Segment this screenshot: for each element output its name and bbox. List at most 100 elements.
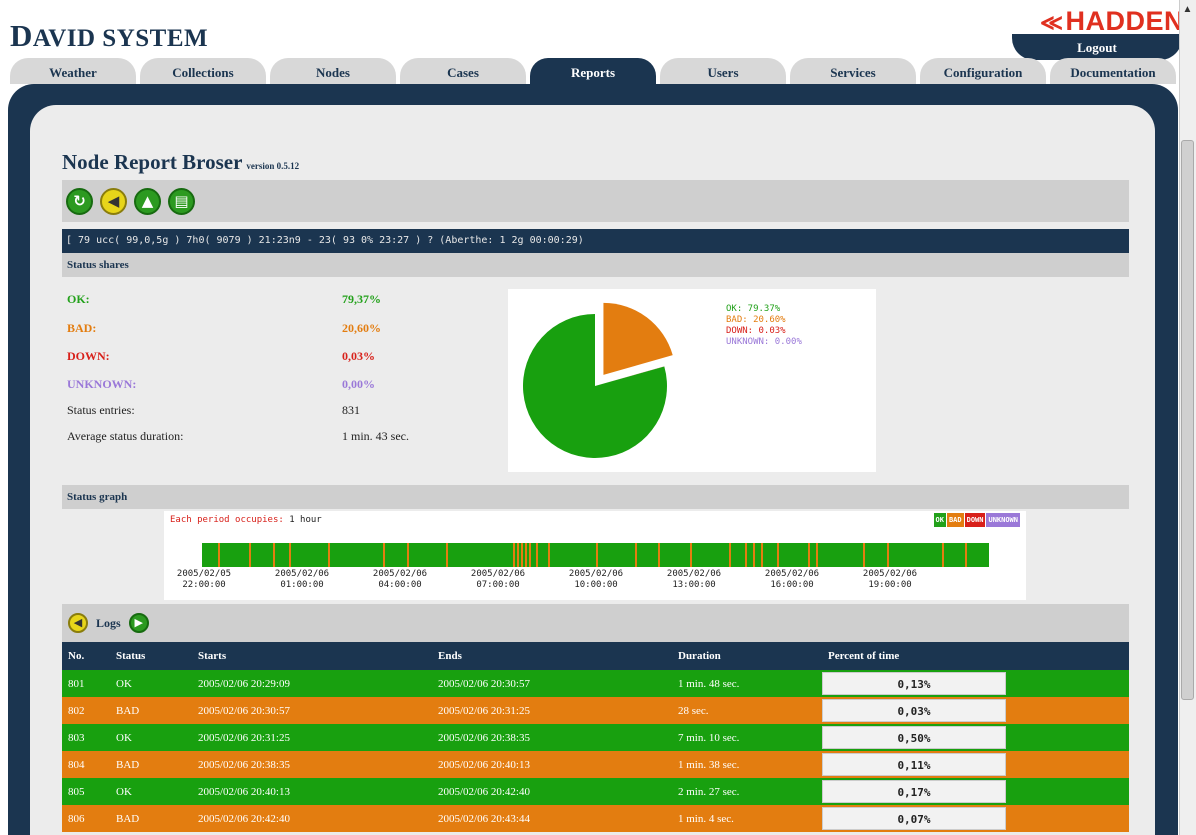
previous-page-icon[interactable]: ◀ [68,613,88,633]
timeline-bad-mark [729,543,731,567]
cell-filler [1006,670,1130,697]
page-scrollbar[interactable]: ▲ [1179,0,1196,835]
table-row[interactable]: 803 OK 2005/02/06 20:31:25 2005/02/06 20:38… [62,724,1130,751]
timeline-bad-mark [517,543,519,567]
tick-time: 07:00:00 [476,580,520,590]
cell-no: 803 [62,724,110,751]
share-row-unknown: UNKNOWN: 0,00% [67,373,375,395]
tab-reports[interactable]: Reports [530,58,656,84]
cell-starts: 2005/02/06 20:40:13 [192,778,432,805]
status-shares-header: Status shares [62,253,1129,277]
cell-status: BAD [110,751,192,778]
column-header-duration[interactable]: Duration [672,642,822,670]
column-header-percent[interactable]: Percent of time [822,642,1130,670]
tick-time: 19:00:00 [868,580,912,590]
column-header-starts[interactable]: Starts [192,642,432,670]
period-label: Each period occupies: [170,515,284,525]
percent-box: 0,07% [822,807,1006,830]
tick-time: 13:00:00 [672,580,716,590]
legend-chip-ok: OK [933,513,946,527]
share-value: 0,00% [342,377,375,391]
column-header-status[interactable]: Status [110,642,192,670]
cell-ends: 2005/02/06 20:38:35 [432,724,672,751]
tab-weather[interactable]: Weather [10,58,136,84]
tab-users[interactable]: Users [660,58,786,84]
timeline-bad-mark [761,543,763,567]
tick-date: 2005/02/06 [568,569,624,579]
tick-time: 10:00:00 [574,580,618,590]
up-icon[interactable]: ▲ [134,187,161,215]
percent-box: 0,03% [822,699,1006,722]
graph-legend: OK BAD DOWN UNKNOWN [933,513,1020,527]
percent-box: 0,17% [822,780,1006,803]
column-header-no[interactable]: No. [62,642,110,670]
table-row[interactable]: 805 OK 2005/02/06 20:40:13 2005/02/06 20:42… [62,778,1130,805]
main-tabs: Weather Collections Nodes Cases Reports Users… [8,58,1178,84]
cell-status: OK [110,778,192,805]
table-row[interactable]: 806 BAD 2005/02/06 20:42:40 2005/02/06 20:4… [62,805,1130,832]
pie-legend-bad: BAD: 20.60% [726,315,786,325]
share-value: 20,60% [342,321,381,335]
cell-filler [1006,751,1130,778]
scroll-up-icon[interactable]: ▲ [1181,4,1194,16]
share-value: 0,03% [342,349,375,363]
logs-title: Logs [96,615,121,630]
share-label: Average status duration: [67,429,184,443]
tick-date: 2005/02/06 [372,569,428,579]
tick-date: 2005/02/05 [176,569,232,579]
cell-starts: 2005/02/06 20:38:35 [192,751,432,778]
tab-services[interactable]: Services [790,58,916,84]
cell-starts: 2005/02/06 20:42:40 [192,805,432,832]
timeline-tick-label: 2005/02/05 22:00:00 [164,569,244,591]
status-timeline-bar [202,543,989,567]
timeline-bad-mark [273,543,275,567]
logout-button[interactable]: Logout [1012,34,1182,60]
cell-no: 804 [62,751,110,778]
timeline-tick-label: 2005/02/06 19:00:00 [850,569,930,591]
back-icon[interactable]: ◀ [100,187,127,215]
cell-duration: 1 min. 38 sec. [672,751,822,778]
print-icon[interactable]: ▤ [168,187,195,215]
cell-ends: 2005/02/06 20:43:44 [432,805,672,832]
table-row[interactable]: 804 BAD 2005/02/06 20:38:35 2005/02/06 20:4… [62,751,1130,778]
timeline-bad-mark [745,543,747,567]
tab-configuration[interactable]: Configuration [920,58,1046,84]
report-toolbar: ↻ ◀ ▲ ▤ [62,180,1129,222]
refresh-icon[interactable]: ↻ [66,187,93,215]
cell-no: 806 [62,805,110,832]
table-row[interactable]: 801 OK 2005/02/06 20:29:09 2005/02/06 20:30… [62,670,1130,697]
timeline-bad-mark [635,543,637,567]
tab-collections[interactable]: Collections [140,58,266,84]
column-header-ends[interactable]: Ends [432,642,672,670]
brand-name: HADDEN [1065,6,1184,36]
scrollbar-thumb[interactable] [1181,140,1194,700]
tab-documentation[interactable]: Documentation [1050,58,1176,84]
cell-no: 801 [62,670,110,697]
app-title: DAVID SYSTEM [10,18,208,54]
timeline-bad-mark [289,543,291,567]
timeline-tick-label: 2005/02/06 16:00:00 [752,569,832,591]
cell-ends: 2005/02/06 20:42:40 [432,778,672,805]
cell-percent: 0,50% [822,724,1006,751]
timeline-bad-mark [863,543,865,567]
table-row[interactable]: 802 BAD 2005/02/06 20:30:57 2005/02/06 20:3… [62,697,1130,724]
next-page-icon[interactable]: ▶ [128,613,149,633]
tab-cases[interactable]: Cases [400,58,526,84]
cell-status: OK [110,670,192,697]
brand-mark-icon: ≪ [1039,10,1064,35]
pie-svg [523,302,673,458]
cell-ends: 2005/02/06 20:30:57 [432,670,672,697]
timeline-bad-mark [383,543,385,567]
timeline-bad-mark [513,543,515,567]
share-label: OK: [67,292,90,306]
timeline-tick-label: 2005/02/06 13:00:00 [654,569,734,591]
share-row-down: DOWN: 0,03% [67,345,375,367]
cell-duration: 2 min. 27 sec. [672,778,822,805]
timeline-bad-mark [525,543,527,567]
cell-percent: 0,07% [822,805,1006,832]
tab-nodes[interactable]: Nodes [270,58,396,84]
share-row-entries: Status entries: 831 [67,399,360,421]
cell-filler [1006,724,1130,751]
share-label: UNKNOWN: [67,377,137,391]
app-title-rest: AVID SYSTEM [32,25,209,52]
